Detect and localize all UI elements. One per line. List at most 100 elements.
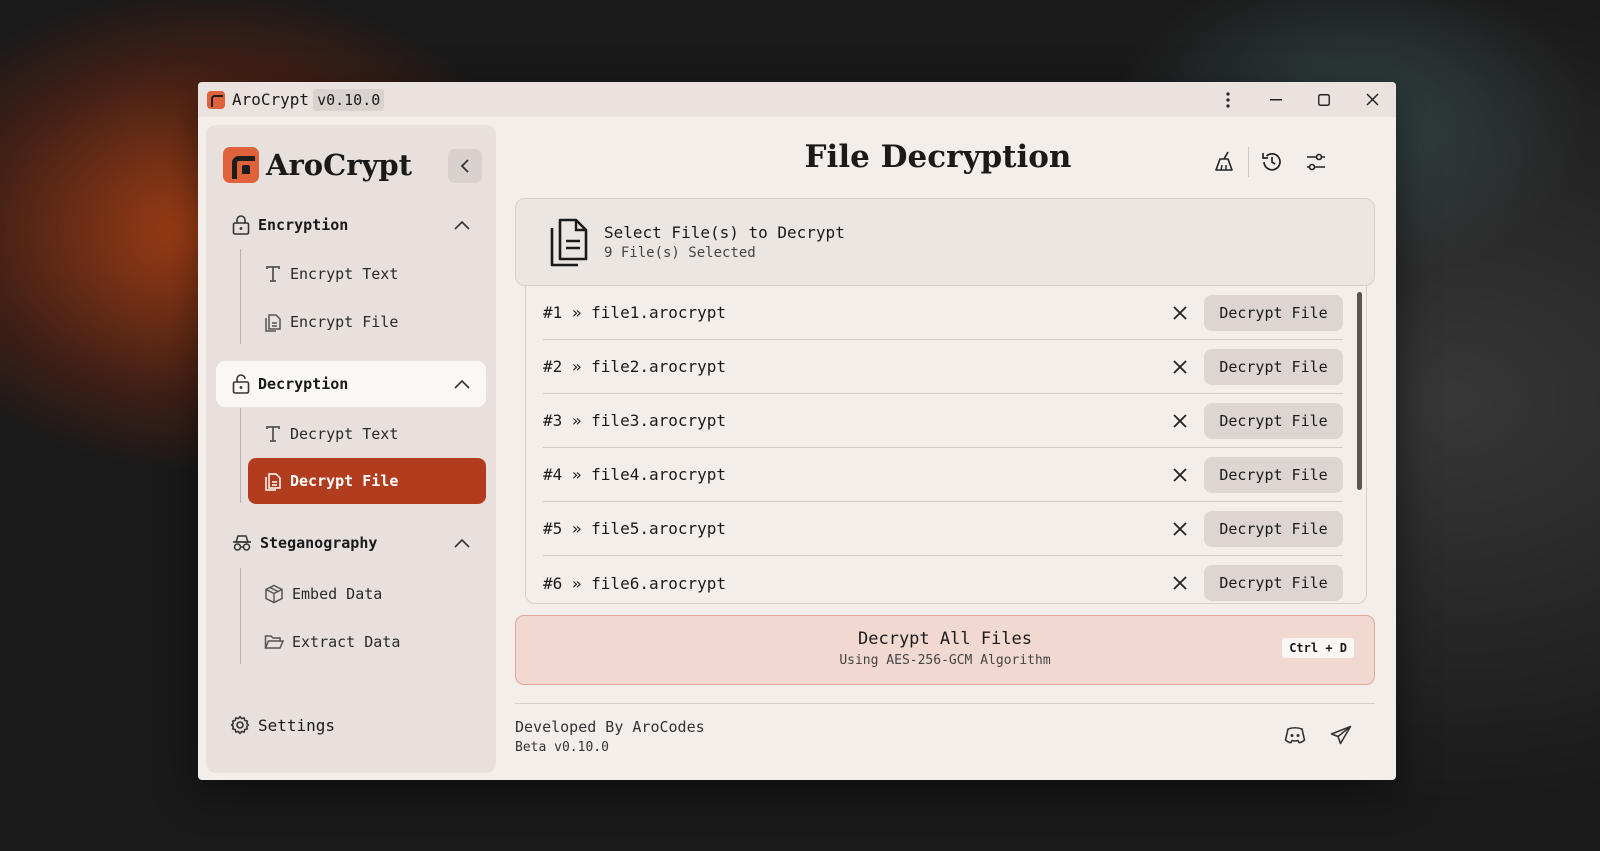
developer-credit: Developed By AroCodes <box>515 718 705 736</box>
header-divider <box>1248 147 1249 177</box>
folder-open-icon <box>264 635 284 649</box>
telegram-button[interactable] <box>1324 718 1358 752</box>
sidebar-item-decrypt-file[interactable]: Decrypt File <box>248 458 486 504</box>
incognito-icon <box>233 535 251 551</box>
decrypt-file-button[interactable]: Decrypt File <box>1204 456 1343 493</box>
scrollbar-thumb[interactable] <box>1357 292 1362 490</box>
file-list: #1 » file1.arocrypt Decrypt File #2 » fi… <box>525 286 1367 604</box>
file-name: #5 » file5.arocrypt <box>543 519 727 538</box>
brand-name: AroCrypt <box>266 148 413 182</box>
sidebar-item-decrypt-text[interactable]: Decrypt Text <box>248 411 486 457</box>
app-version: Beta v0.10.0 <box>515 740 609 755</box>
select-files-title: Select File(s) to Decrypt <box>604 223 845 242</box>
chevron-up-icon <box>454 220 470 230</box>
brand-logo-icon <box>223 147 259 183</box>
footer-divider <box>515 703 1375 704</box>
sidebar-item-label: Decrypt File <box>290 472 399 490</box>
remove-file-icon[interactable] <box>1168 463 1192 487</box>
shortcut-badge: Ctrl + D <box>1282 638 1354 658</box>
list-item: #6 » file6.arocrypt Decrypt File <box>543 556 1343 603</box>
decrypt-file-button[interactable]: Decrypt File <box>1204 402 1343 439</box>
decrypt-all-button[interactable]: Decrypt All Files Using AES-256-GCM Algo… <box>515 615 1375 685</box>
section-label: Decryption <box>258 375 349 393</box>
settings-label: Settings <box>258 715 336 735</box>
sidebar-item-label: Encrypt Text <box>290 265 399 283</box>
history-button[interactable] <box>1255 145 1289 179</box>
section-decryption[interactable]: Decryption <box>216 361 486 407</box>
remove-file-icon[interactable] <box>1168 517 1192 541</box>
tree-line <box>240 249 241 344</box>
decrypt-all-title: Decrypt All Files <box>858 629 1032 649</box>
select-files-box[interactable]: Select File(s) to Decrypt 9 File(s) Sele… <box>515 198 1375 286</box>
maximize-icon[interactable] <box>1300 82 1348 117</box>
brand: AroCrypt <box>223 147 412 183</box>
footer-info: Developed By AroCodes Beta v0.10.0 <box>515 718 705 755</box>
sidebar-item-embed-data[interactable]: Embed Data <box>248 571 486 617</box>
section-label: Encryption <box>258 216 349 234</box>
minimize-icon[interactable] <box>1252 82 1300 117</box>
sidebar-item-label: Encrypt File <box>290 313 399 331</box>
sidebar-item-label: Embed Data <box>292 585 383 603</box>
decrypt-file-button[interactable]: Decrypt File <box>1204 294 1343 331</box>
text-icon <box>266 426 280 442</box>
clear-button[interactable] <box>1208 145 1242 179</box>
sidebar: AroCrypt Encryption Encrypt Text Encrypt… <box>206 125 496 773</box>
section-steganography[interactable]: Steganography <box>216 520 486 566</box>
decrypt-all-subtitle: Using AES-256-GCM Algorithm <box>839 653 1051 668</box>
tree-line <box>240 408 241 503</box>
sidebar-item-extract-data[interactable]: Extract Data <box>248 619 486 665</box>
list-item: #2 » file2.arocrypt Decrypt File <box>543 340 1343 394</box>
close-icon[interactable] <box>1348 82 1396 117</box>
more-options-icon[interactable] <box>1204 82 1252 117</box>
remove-file-icon[interactable] <box>1168 355 1192 379</box>
remove-file-icon[interactable] <box>1168 571 1192 595</box>
chevron-up-icon <box>454 538 470 548</box>
file-name: #1 » file1.arocrypt <box>543 303 727 322</box>
list-item: #5 » file5.arocrypt Decrypt File <box>543 502 1343 556</box>
text-icon <box>266 266 280 282</box>
remove-file-icon[interactable] <box>1168 301 1192 325</box>
files-icon <box>265 314 281 332</box>
discord-icon <box>1284 726 1306 744</box>
selected-count: 9 File(s) Selected <box>604 245 756 261</box>
section-encryption[interactable]: Encryption <box>216 202 486 248</box>
files-icon <box>550 218 588 267</box>
main-content: File Decryption Select File(s) to Decryp… <box>508 117 1396 780</box>
collapse-sidebar-button[interactable] <box>448 149 482 183</box>
sidebar-item-label: Extract Data <box>292 633 401 651</box>
app-logo-icon <box>207 90 225 109</box>
unlock-icon <box>232 374 250 394</box>
files-icon <box>265 473 281 491</box>
broom-icon <box>1215 151 1233 171</box>
window-title: AroCrypt <box>232 90 310 109</box>
tree-line <box>240 568 241 664</box>
remove-file-icon[interactable] <box>1168 409 1192 433</box>
decrypt-file-button[interactable]: Decrypt File <box>1204 348 1343 385</box>
sliders-icon <box>1307 153 1325 171</box>
chevron-left-icon <box>460 159 469 173</box>
package-icon <box>265 584 283 604</box>
list-item: #1 » file1.arocrypt Decrypt File <box>543 286 1343 340</box>
discord-button[interactable] <box>1278 718 1312 752</box>
lock-icon <box>232 215 250 235</box>
send-icon <box>1330 725 1352 745</box>
history-icon <box>1262 153 1281 171</box>
gear-icon <box>230 715 250 735</box>
chevron-up-icon <box>454 379 470 389</box>
list-item: #3 » file3.arocrypt Decrypt File <box>543 394 1343 448</box>
file-name: #2 » file2.arocrypt <box>543 357 727 376</box>
window-version: v0.10.0 <box>313 88 385 111</box>
sidebar-item-label: Decrypt Text <box>290 425 399 443</box>
sidebar-item-encrypt-file[interactable]: Encrypt File <box>248 299 486 345</box>
settings-button[interactable]: Settings <box>230 715 335 735</box>
file-name: #4 » file4.arocrypt <box>543 465 727 484</box>
decrypt-file-button[interactable]: Decrypt File <box>1204 510 1343 547</box>
list-item: #4 » file4.arocrypt Decrypt File <box>543 448 1343 502</box>
file-name: #3 » file3.arocrypt <box>543 411 727 430</box>
options-button[interactable] <box>1299 145 1333 179</box>
app-window: AroCrypt v0.10.0 AroCrypt Encryption Enc… <box>198 82 1396 780</box>
section-label: Steganography <box>260 534 378 552</box>
sidebar-item-encrypt-text[interactable]: Encrypt Text <box>248 251 486 297</box>
decrypt-file-button[interactable]: Decrypt File <box>1204 565 1343 601</box>
title-bar: AroCrypt v0.10.0 <box>198 82 1396 117</box>
